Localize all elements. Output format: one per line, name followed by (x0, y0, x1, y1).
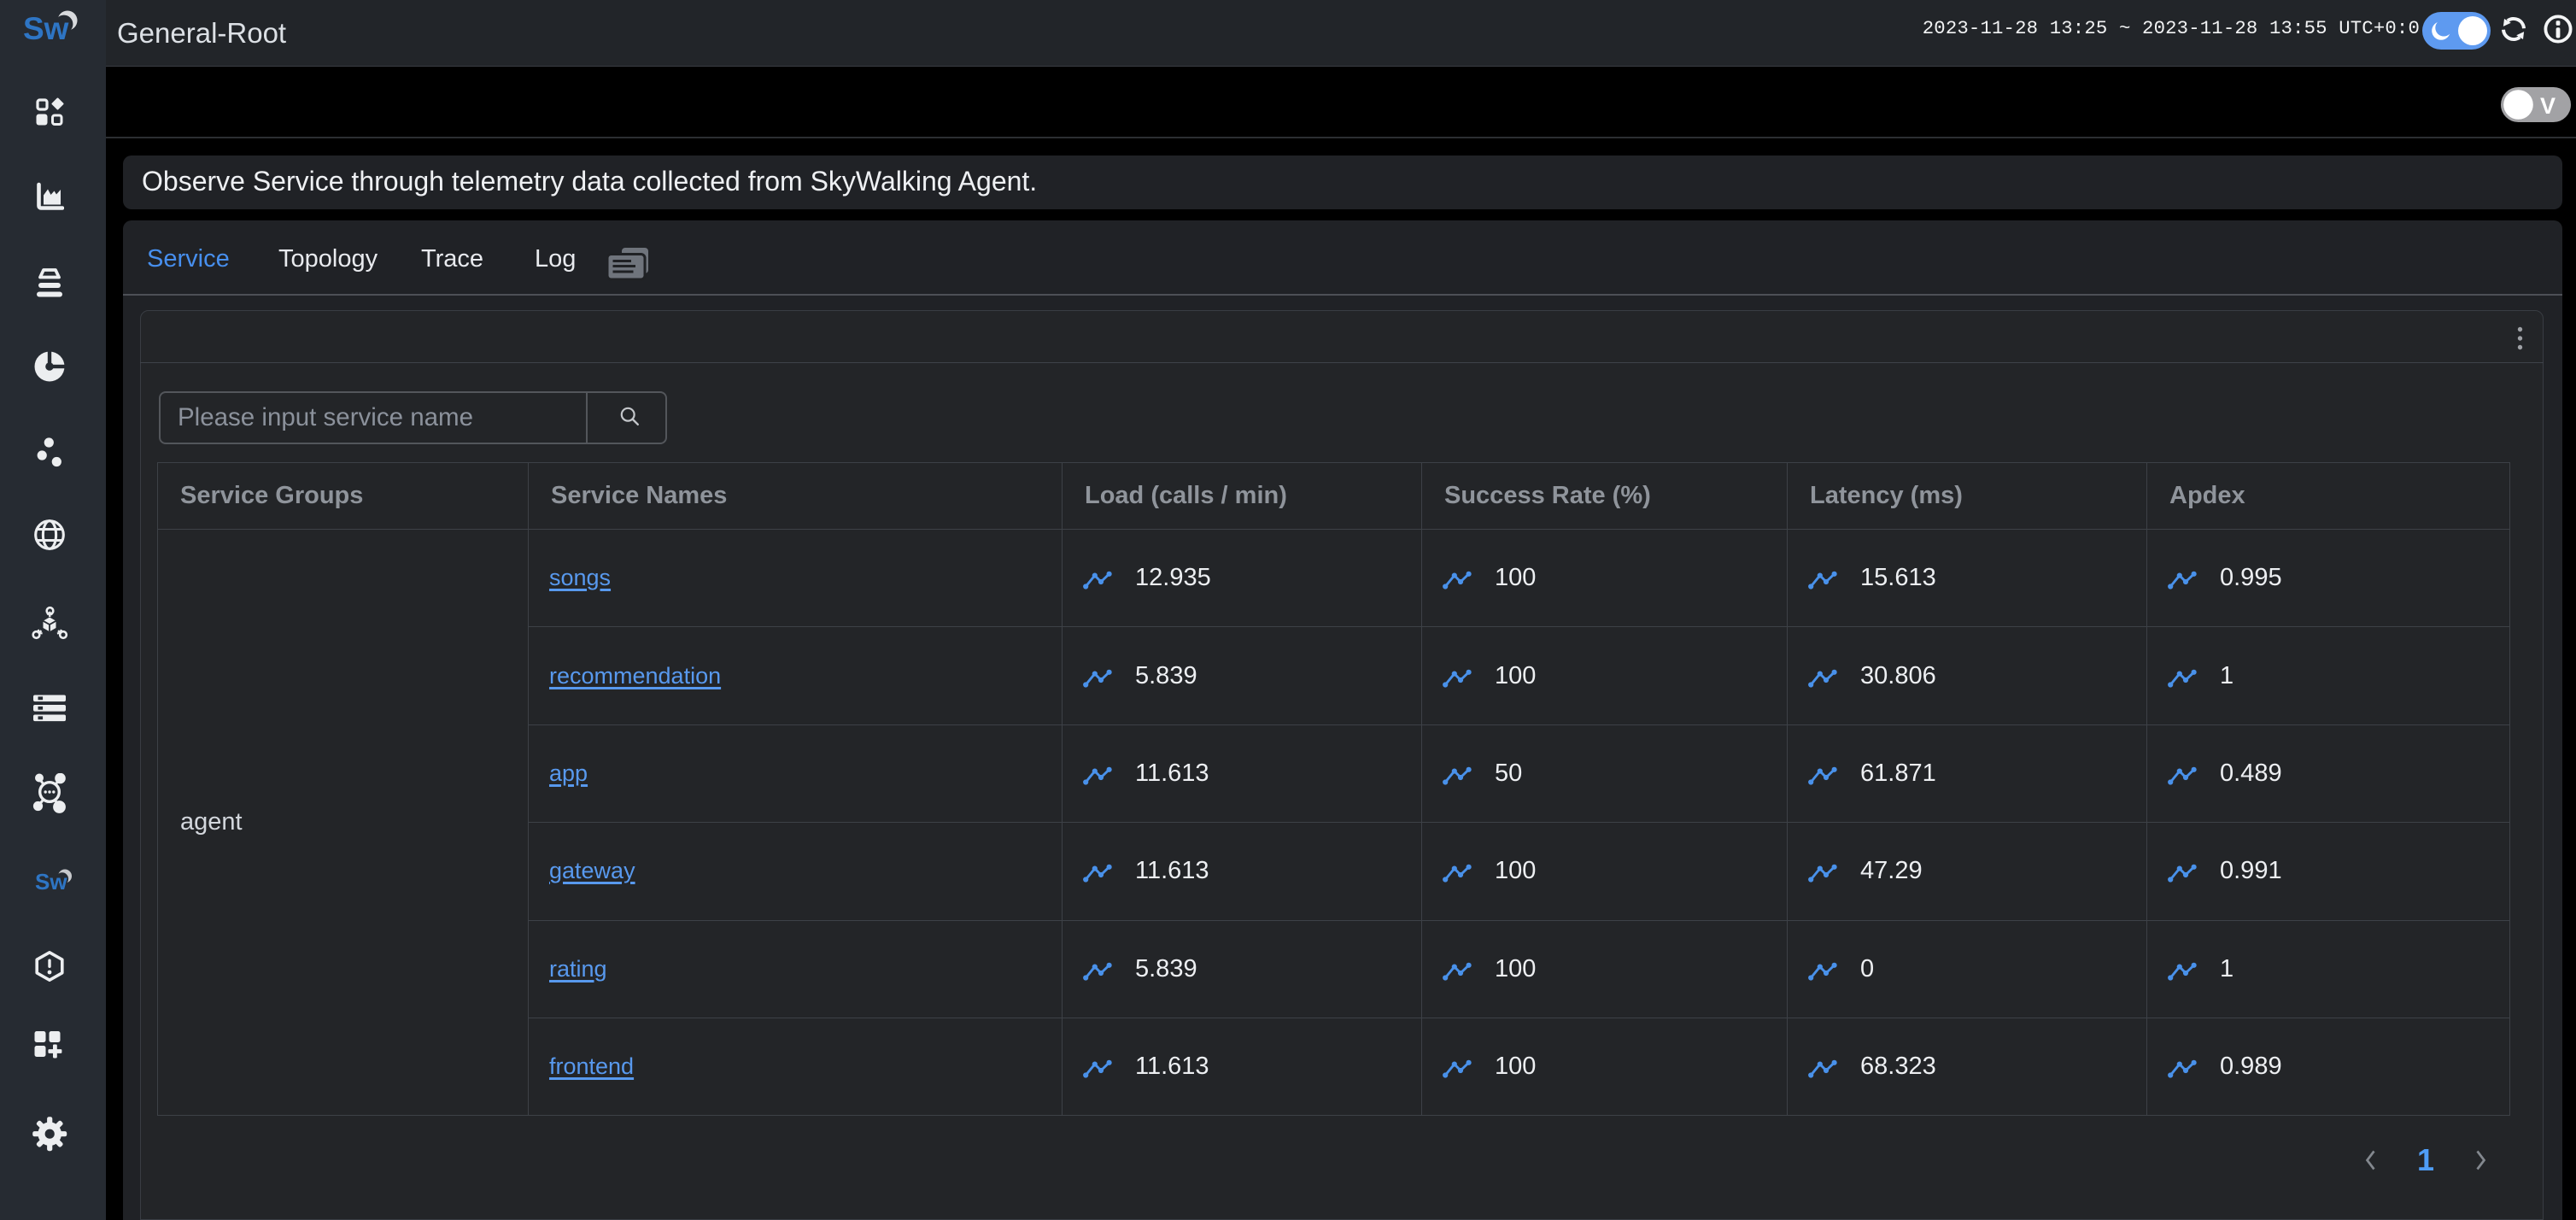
svg-text:Sw: Sw (23, 11, 69, 46)
svg-text:Sw: Sw (35, 869, 67, 894)
svg-text:V: V (2540, 93, 2556, 119)
